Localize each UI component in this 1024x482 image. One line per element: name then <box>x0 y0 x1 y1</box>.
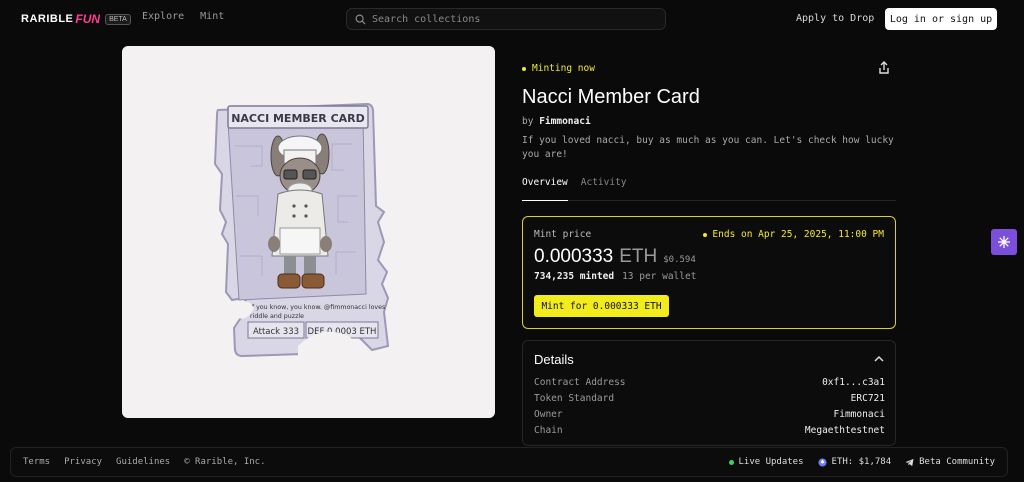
footer-status: Live Updates ETH: $1,784 Beta Community <box>728 457 995 467</box>
details-panel: Details Contract Address 0xf1...c3a1 Tok… <box>522 340 896 446</box>
beta-badge: BETA <box>105 13 131 25</box>
mint-price-value: 0.000333 <box>534 246 614 267</box>
mint-end-time: Ends on Apr 25, 2025, 11:00 PM <box>703 229 884 240</box>
detail-key: Owner <box>534 409 563 420</box>
logo-accent: FUN <box>75 12 101 26</box>
by-prefix: by <box>522 116 534 127</box>
detail-row: Owner Fimmonaci <box>534 409 885 420</box>
footer-privacy-link[interactable]: Privacy <box>64 457 102 467</box>
footer-copyright: © Rarible, Inc. <box>184 457 266 467</box>
detail-value: Megaethtestnet <box>804 425 885 436</box>
detail-key: Chain <box>534 425 563 436</box>
mint-panel: Mint price Ends on Apr 25, 2025, 11:00 P… <box>522 216 896 329</box>
search-input[interactable] <box>372 13 652 25</box>
beta-community-link[interactable]: Beta Community <box>905 457 995 467</box>
detail-value[interactable]: Fimmonaci <box>834 409 885 420</box>
search-bar[interactable] <box>346 8 666 30</box>
minting-status: Minting now <box>522 63 595 74</box>
beta-community-label: Beta Community <box>919 457 995 467</box>
ends-text: Ends on Apr 25, 2025, 11:00 PM <box>712 229 884 240</box>
main-nav: Explore Mint <box>142 11 224 22</box>
card-image-caption-1: If you know, you know. @fimmonacci loves <box>250 303 385 311</box>
sparkle-icon <box>998 236 1010 248</box>
eth-price-ticker: ETH: $1,784 <box>817 457 892 467</box>
detail-value[interactable]: 0xf1...c3a1 <box>822 377 885 388</box>
side-widget-button[interactable] <box>991 229 1017 255</box>
ethereum-icon <box>817 457 827 467</box>
details-title: Details <box>534 352 574 367</box>
tab-overview[interactable]: Overview <box>522 177 568 201</box>
mint-button[interactable]: Mint for 0.000333 ETH <box>534 295 669 317</box>
creator-link[interactable]: Fimmonaci <box>539 116 590 127</box>
collection-description: If you loved nacci, buy as much as you c… <box>522 135 894 160</box>
telegram-icon <box>905 458 914 466</box>
mint-price-unit: ETH <box>619 246 658 267</box>
live-dot-icon <box>728 459 734 465</box>
logo-text: RARIBLE <box>21 13 74 25</box>
nav-explore[interactable]: Explore <box>142 11 184 22</box>
login-signup-button[interactable]: Log in or sign up <box>885 8 997 30</box>
collection-title: Nacci Member Card <box>522 86 700 108</box>
rarible-fun-logo[interactable]: RARIBLE FUN BETA <box>21 12 131 26</box>
mint-price-label: Mint price <box>534 229 592 240</box>
tab-activity[interactable]: Activity <box>581 177 627 201</box>
nft-card-illustration: NACCI MEMBER CARD If you know, you know.… <box>213 102 390 360</box>
card-image-attack: Attack 333 <box>253 327 299 337</box>
per-wallet-limit: 13 per wallet <box>622 271 697 282</box>
search-icon <box>355 14 366 25</box>
detail-tabs: Overview Activity <box>522 177 896 201</box>
status-dot-icon <box>522 66 526 71</box>
share-icon[interactable] <box>876 60 892 76</box>
footer-bar: Terms Privacy Guidelines © Rarible, Inc.… <box>10 447 1008 477</box>
minted-count: 734,235 minted <box>534 271 615 282</box>
footer-guidelines-link[interactable]: Guidelines <box>116 457 170 467</box>
apply-to-drop-link[interactable]: Apply to Drop <box>796 13 874 24</box>
mint-price-usd: $0.594 <box>663 255 696 265</box>
detail-key: Contract Address <box>534 377 626 388</box>
footer-links: Terms Privacy Guidelines © Rarible, Inc. <box>23 457 266 467</box>
top-header: RARIBLE FUN BETA Explore Mint Apply to D… <box>0 0 1024 38</box>
detail-key: Token Standard <box>534 393 615 404</box>
status-text: Minting now <box>532 63 595 74</box>
detail-row: Token Standard ERC721 <box>534 393 885 404</box>
creator-byline: by Fimmonaci <box>522 116 591 127</box>
card-image-caption-2: riddle and puzzle <box>250 313 304 320</box>
chevron-up-icon[interactable] <box>873 354 885 364</box>
nav-mint[interactable]: Mint <box>200 11 224 22</box>
footer-terms-link[interactable]: Terms <box>23 457 50 467</box>
live-updates-label: Live Updates <box>738 457 804 467</box>
minted-row: 734,235 minted 13 per wallet <box>534 271 696 282</box>
live-updates-status[interactable]: Live Updates <box>728 457 804 467</box>
eth-price-text: ETH: $1,784 <box>831 457 892 467</box>
price-row: 0.000333 ETH $0.594 <box>534 246 696 268</box>
card-image-title: NACCI MEMBER CARD <box>231 112 365 125</box>
detail-row: Chain Megaethtestnet <box>534 425 885 436</box>
detail-value: ERC721 <box>850 393 885 404</box>
detail-row: Contract Address 0xf1...c3a1 <box>534 377 885 388</box>
nft-image-panel[interactable]: NACCI MEMBER CARD If you know, you know.… <box>122 46 495 418</box>
ends-dot-icon <box>703 232 708 237</box>
